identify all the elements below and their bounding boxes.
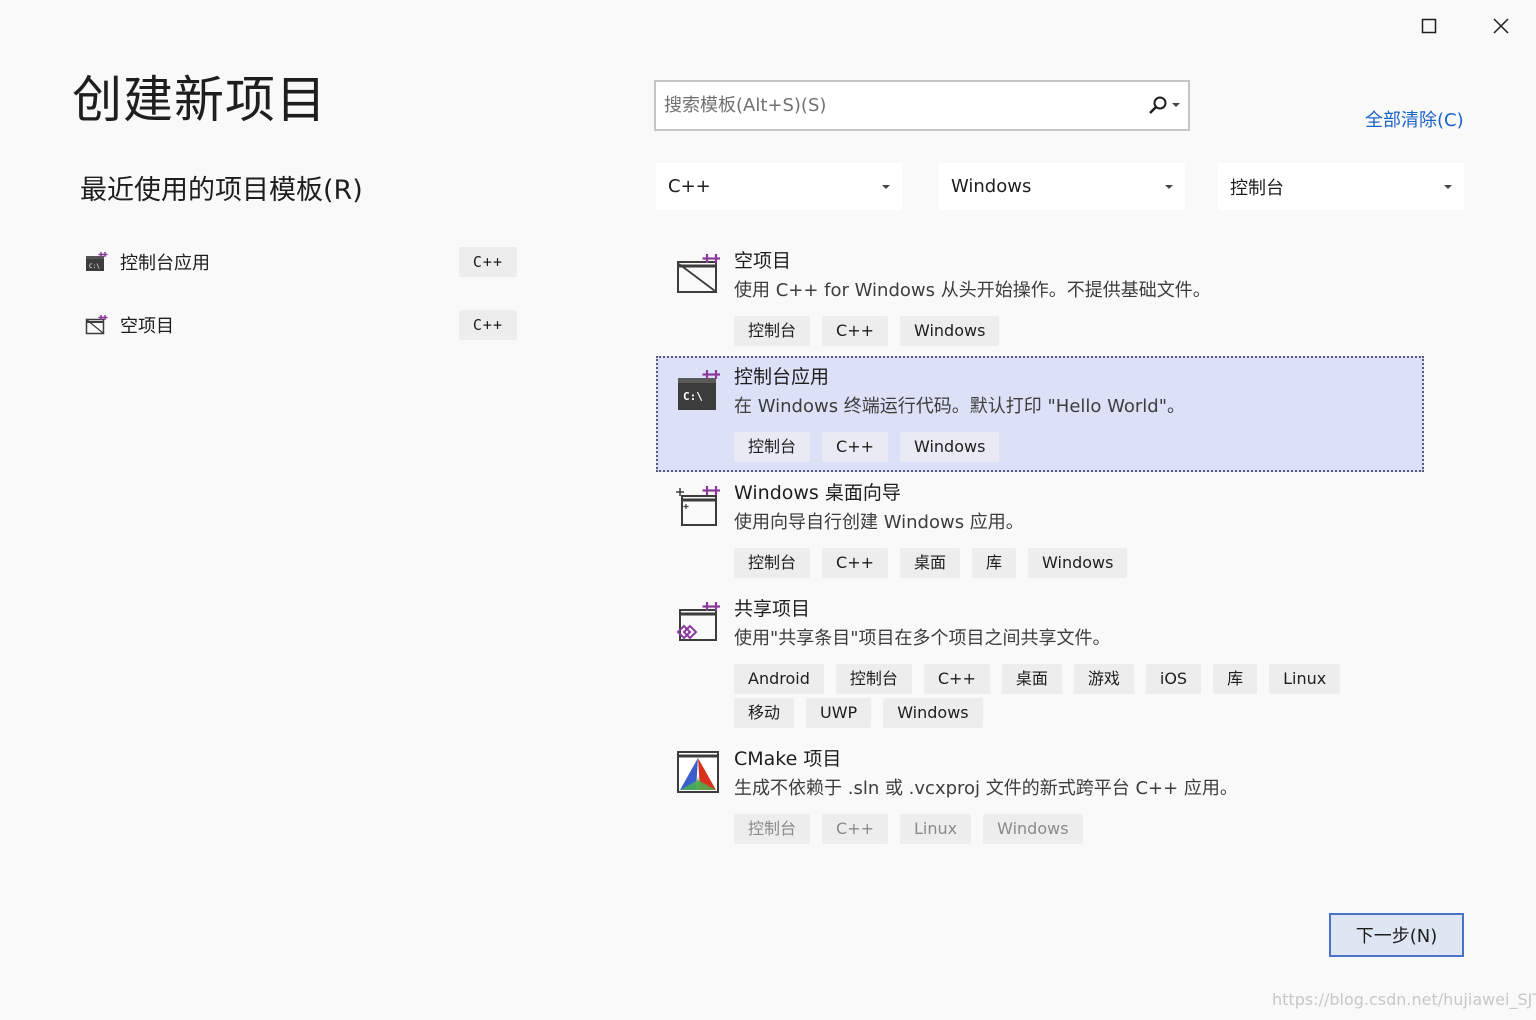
cmake-icon (677, 751, 719, 793)
recent-item-console-app[interactable]: C:\ 控制台应用 C++ (80, 240, 520, 284)
maximize-button[interactable] (1411, 8, 1447, 44)
svg-text:C:\: C:\ (89, 263, 100, 270)
project-type-filter-value: 控制台 (1230, 177, 1284, 199)
page-title: 创建新项目 (72, 71, 327, 129)
console-app-icon: C:\ (86, 252, 108, 271)
recent-item-label: 空项目 (120, 316, 174, 337)
template-tags: Android 控制台 C++ 桌面 游戏 iOS 库 Linux 移动 UWP… (734, 664, 1410, 728)
search-icon (1149, 96, 1167, 114)
template-list: 空项目 使用 C++ for Windows 从头开始操作。不提供基础文件。 控… (656, 240, 1424, 854)
platform-filter-value: Windows (951, 176, 1032, 197)
search-box[interactable] (654, 80, 1190, 131)
template-tag: 控制台 (734, 316, 811, 346)
template-tag: 库 (972, 548, 1017, 578)
chevron-down-icon (1444, 184, 1452, 189)
recent-item-label: 控制台应用 (120, 253, 210, 274)
shared-project-icon (676, 602, 720, 641)
close-icon (1493, 18, 1509, 34)
chevron-down-icon (882, 184, 890, 189)
template-tag: C++ (822, 814, 888, 844)
template-tag: Windows (900, 432, 1000, 462)
template-name: CMake 项目 (734, 748, 842, 770)
template-description: 生成不依赖于 .sln 或 .vcxproj 文件的新式跨平台 C++ 应用。 (734, 778, 1238, 799)
template-tag: UWP (806, 698, 872, 728)
close-button[interactable] (1483, 8, 1519, 44)
template-tag: 桌面 (900, 548, 961, 578)
template-item-desktop-wizard[interactable]: Windows 桌面向导 使用向导自行创建 Windows 应用。 控制台 C+… (656, 472, 1424, 588)
template-item-shared-project[interactable]: 共享项目 使用"共享条目"项目在多个项目之间共享文件。 Android 控制台 … (656, 588, 1424, 738)
chevron-down-icon (1165, 184, 1173, 189)
template-tag: 控制台 (734, 432, 811, 462)
template-tag: 游戏 (1073, 664, 1134, 694)
console-app-icon: C:\ (678, 370, 720, 410)
template-tag: 控制台 (734, 548, 811, 578)
svg-text:C:\: C:\ (683, 390, 703, 403)
template-tags: 控制台 C++ 桌面 库 Windows (734, 548, 1410, 578)
template-name: Windows 桌面向导 (734, 482, 901, 504)
template-tag: Windows (883, 698, 983, 728)
template-description: 使用向导自行创建 Windows 应用。 (734, 512, 1024, 533)
template-tag: 库 (1213, 664, 1258, 694)
project-type-filter-dropdown[interactable]: 控制台 (1218, 163, 1464, 210)
template-item-cmake-project[interactable]: CMake 项目 生成不依赖于 .sln 或 .vcxproj 文件的新式跨平台… (656, 738, 1424, 854)
template-tag: Linux (1269, 664, 1341, 694)
template-tag: C++ (923, 664, 990, 694)
recent-templates-list: C:\ 控制台应用 C++ 空项目 C++ (80, 240, 520, 366)
template-tag: C++ (822, 548, 888, 578)
desktop-wizard-icon (676, 486, 720, 526)
recent-templates-header: 最近使用的项目模板(R) (80, 175, 363, 206)
template-tag: Windows (1028, 548, 1128, 578)
template-tag: 移动 (734, 698, 795, 728)
template-description: 在 Windows 终端运行代码。默认打印 "Hello World"。 (734, 396, 1186, 417)
template-tag: 桌面 (1001, 664, 1062, 694)
search-options[interactable] (1147, 95, 1180, 117)
platform-filter-dropdown[interactable]: Windows (939, 163, 1185, 210)
template-description: 使用 C++ for Windows 从头开始操作。不提供基础文件。 (734, 280, 1211, 301)
language-filter-value: C++ (668, 176, 711, 197)
maximize-icon (1421, 18, 1437, 34)
template-item-empty-project[interactable]: 空项目 使用 C++ for Windows 从头开始操作。不提供基础文件。 控… (656, 240, 1424, 356)
template-tag: Windows (900, 316, 1000, 346)
template-name: 空项目 (734, 250, 792, 272)
template-name: 共享项目 (734, 598, 811, 620)
template-description: 使用"共享条目"项目在多个项目之间共享文件。 (734, 628, 1111, 649)
empty-project-icon (677, 254, 720, 293)
search-input[interactable] (664, 95, 1147, 116)
recent-item-tag: C++ (458, 310, 517, 340)
template-tag: C++ (822, 316, 888, 346)
template-tags: 控制台 C++ Windows (734, 432, 1410, 462)
template-name: 控制台应用 (734, 366, 830, 388)
template-tag: Windows (983, 814, 1083, 844)
next-button[interactable]: 下一步(N) (1329, 913, 1464, 957)
watermark: https://blog.csdn.net/hujiawei_SJTU (1272, 990, 1536, 1009)
template-tags: 控制台 C++ Windows (734, 316, 1410, 346)
clear-all-link[interactable]: 全部清除(C) (1365, 106, 1464, 132)
template-tags: 控制台 C++ Linux Windows (734, 814, 1410, 844)
template-tag: Android (734, 664, 824, 694)
template-tag: iOS (1145, 664, 1202, 694)
template-tag: 控制台 (734, 814, 811, 844)
template-tag: C++ (822, 432, 888, 462)
chevron-down-icon (1172, 102, 1180, 107)
template-tag: Linux (900, 814, 972, 844)
empty-project-icon (85, 315, 108, 335)
recent-item-empty-project[interactable]: 空项目 C++ (80, 303, 520, 347)
template-tag: 控制台 (835, 664, 912, 694)
recent-item-tag: C++ (458, 247, 517, 277)
template-item-console-app[interactable]: C:\ 控制台应用 在 Windows 终端运行代码。默认打印 "Hello W… (656, 356, 1424, 472)
language-filter-dropdown[interactable]: C++ (656, 163, 902, 210)
